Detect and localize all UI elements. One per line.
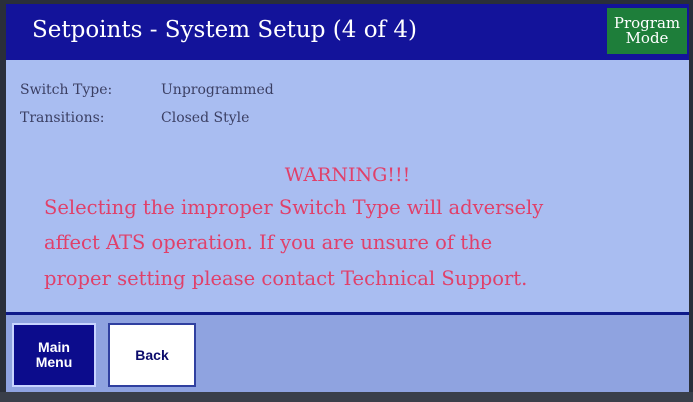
back-button[interactable]: Back [108,323,196,387]
bezel-bottom [0,392,693,402]
switch-type-label: Switch Type: [20,82,113,98]
footer-bar: Main Menu Back [6,315,689,392]
warning-line-1: Selecting the improper Switch Type will … [44,196,544,219]
main-menu-label-line1: Main [38,339,70,355]
transitions-label: Transitions: [20,110,105,126]
switch-type-value: Unprogrammed [161,82,274,98]
page-title: Setpoints - System Setup (4 of 4) [32,17,417,43]
transitions-value: Closed Style [161,110,250,126]
hmi-screen: Setpoints - System Setup (4 of 4) Progra… [6,4,689,392]
warning-line-3: proper setting please contact Technical … [44,267,528,290]
warning-title: WARNING!!! [284,164,411,186]
mode-badge-line2: Mode [625,29,669,47]
main-menu-label-line2: Menu [35,354,73,370]
warning-line-2: affect ATS operation. If you are unsure … [44,231,493,254]
program-mode-badge: Program Mode [607,8,687,54]
header-bar: Setpoints - System Setup (4 of 4) Progra… [6,4,689,60]
main-menu-button[interactable]: Main Menu [12,323,96,387]
